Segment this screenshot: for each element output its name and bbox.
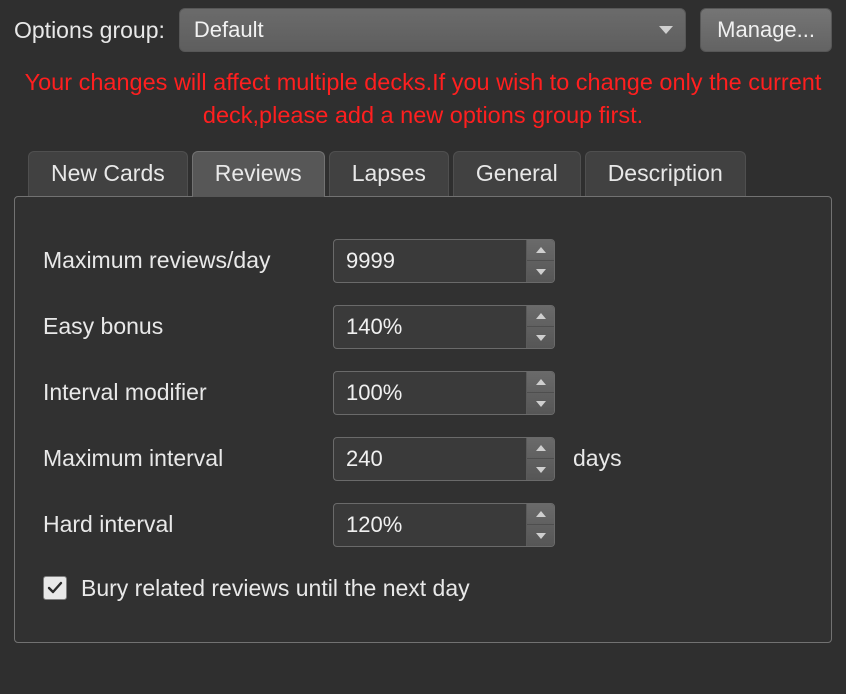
interval-modifier-value: 100%: [334, 372, 526, 414]
bury-label: Bury related reviews until the next day: [81, 575, 470, 602]
easy-bonus-value: 140%: [334, 306, 526, 348]
spin-buttons: [526, 504, 554, 546]
options-group-select[interactable]: Default: [179, 8, 686, 52]
easy-bonus-label: Easy bonus: [43, 313, 333, 340]
spin-down-icon[interactable]: [527, 524, 554, 546]
max-interval-value: 240: [334, 438, 526, 480]
warning-text: Your changes will affect multiple decks.…: [0, 62, 846, 144]
options-group-value: Default: [194, 17, 264, 43]
spin-up-icon[interactable]: [527, 240, 554, 261]
spin-buttons: [526, 240, 554, 282]
options-group-label: Options group:: [14, 17, 165, 44]
tab-lapses[interactable]: Lapses: [329, 151, 449, 197]
tab-bar: New Cards Reviews Lapses General Descrip…: [0, 150, 846, 196]
max-reviews-input[interactable]: 9999: [333, 239, 555, 283]
check-icon: [47, 580, 63, 596]
max-interval-suffix: days: [573, 445, 622, 472]
spin-buttons: [526, 306, 554, 348]
bury-checkbox[interactable]: [43, 576, 67, 600]
hard-interval-input[interactable]: 120%: [333, 503, 555, 547]
spin-down-icon[interactable]: [527, 260, 554, 282]
spin-down-icon[interactable]: [527, 392, 554, 414]
hard-interval-value: 120%: [334, 504, 526, 546]
interval-modifier-input[interactable]: 100%: [333, 371, 555, 415]
spin-up-icon[interactable]: [527, 306, 554, 327]
reviews-panel: Maximum reviews/day 9999 Easy bonus 140%…: [14, 196, 832, 643]
easy-bonus-input[interactable]: 140%: [333, 305, 555, 349]
tab-new-cards[interactable]: New Cards: [28, 151, 188, 197]
spin-down-icon[interactable]: [527, 326, 554, 348]
spin-buttons: [526, 438, 554, 480]
tab-description[interactable]: Description: [585, 151, 746, 197]
interval-modifier-label: Interval modifier: [43, 379, 333, 406]
spin-up-icon[interactable]: [527, 438, 554, 459]
spin-up-icon[interactable]: [527, 372, 554, 393]
max-interval-input[interactable]: 240: [333, 437, 555, 481]
tab-general[interactable]: General: [453, 151, 581, 197]
chevron-down-icon: [659, 26, 673, 34]
spin-up-icon[interactable]: [527, 504, 554, 525]
hard-interval-label: Hard interval: [43, 511, 333, 538]
max-interval-label: Maximum interval: [43, 445, 333, 472]
max-reviews-label: Maximum reviews/day: [43, 247, 333, 274]
max-reviews-value: 9999: [334, 240, 526, 282]
manage-button[interactable]: Manage...: [700, 8, 832, 52]
tab-reviews[interactable]: Reviews: [192, 151, 325, 197]
spin-buttons: [526, 372, 554, 414]
spin-down-icon[interactable]: [527, 458, 554, 480]
